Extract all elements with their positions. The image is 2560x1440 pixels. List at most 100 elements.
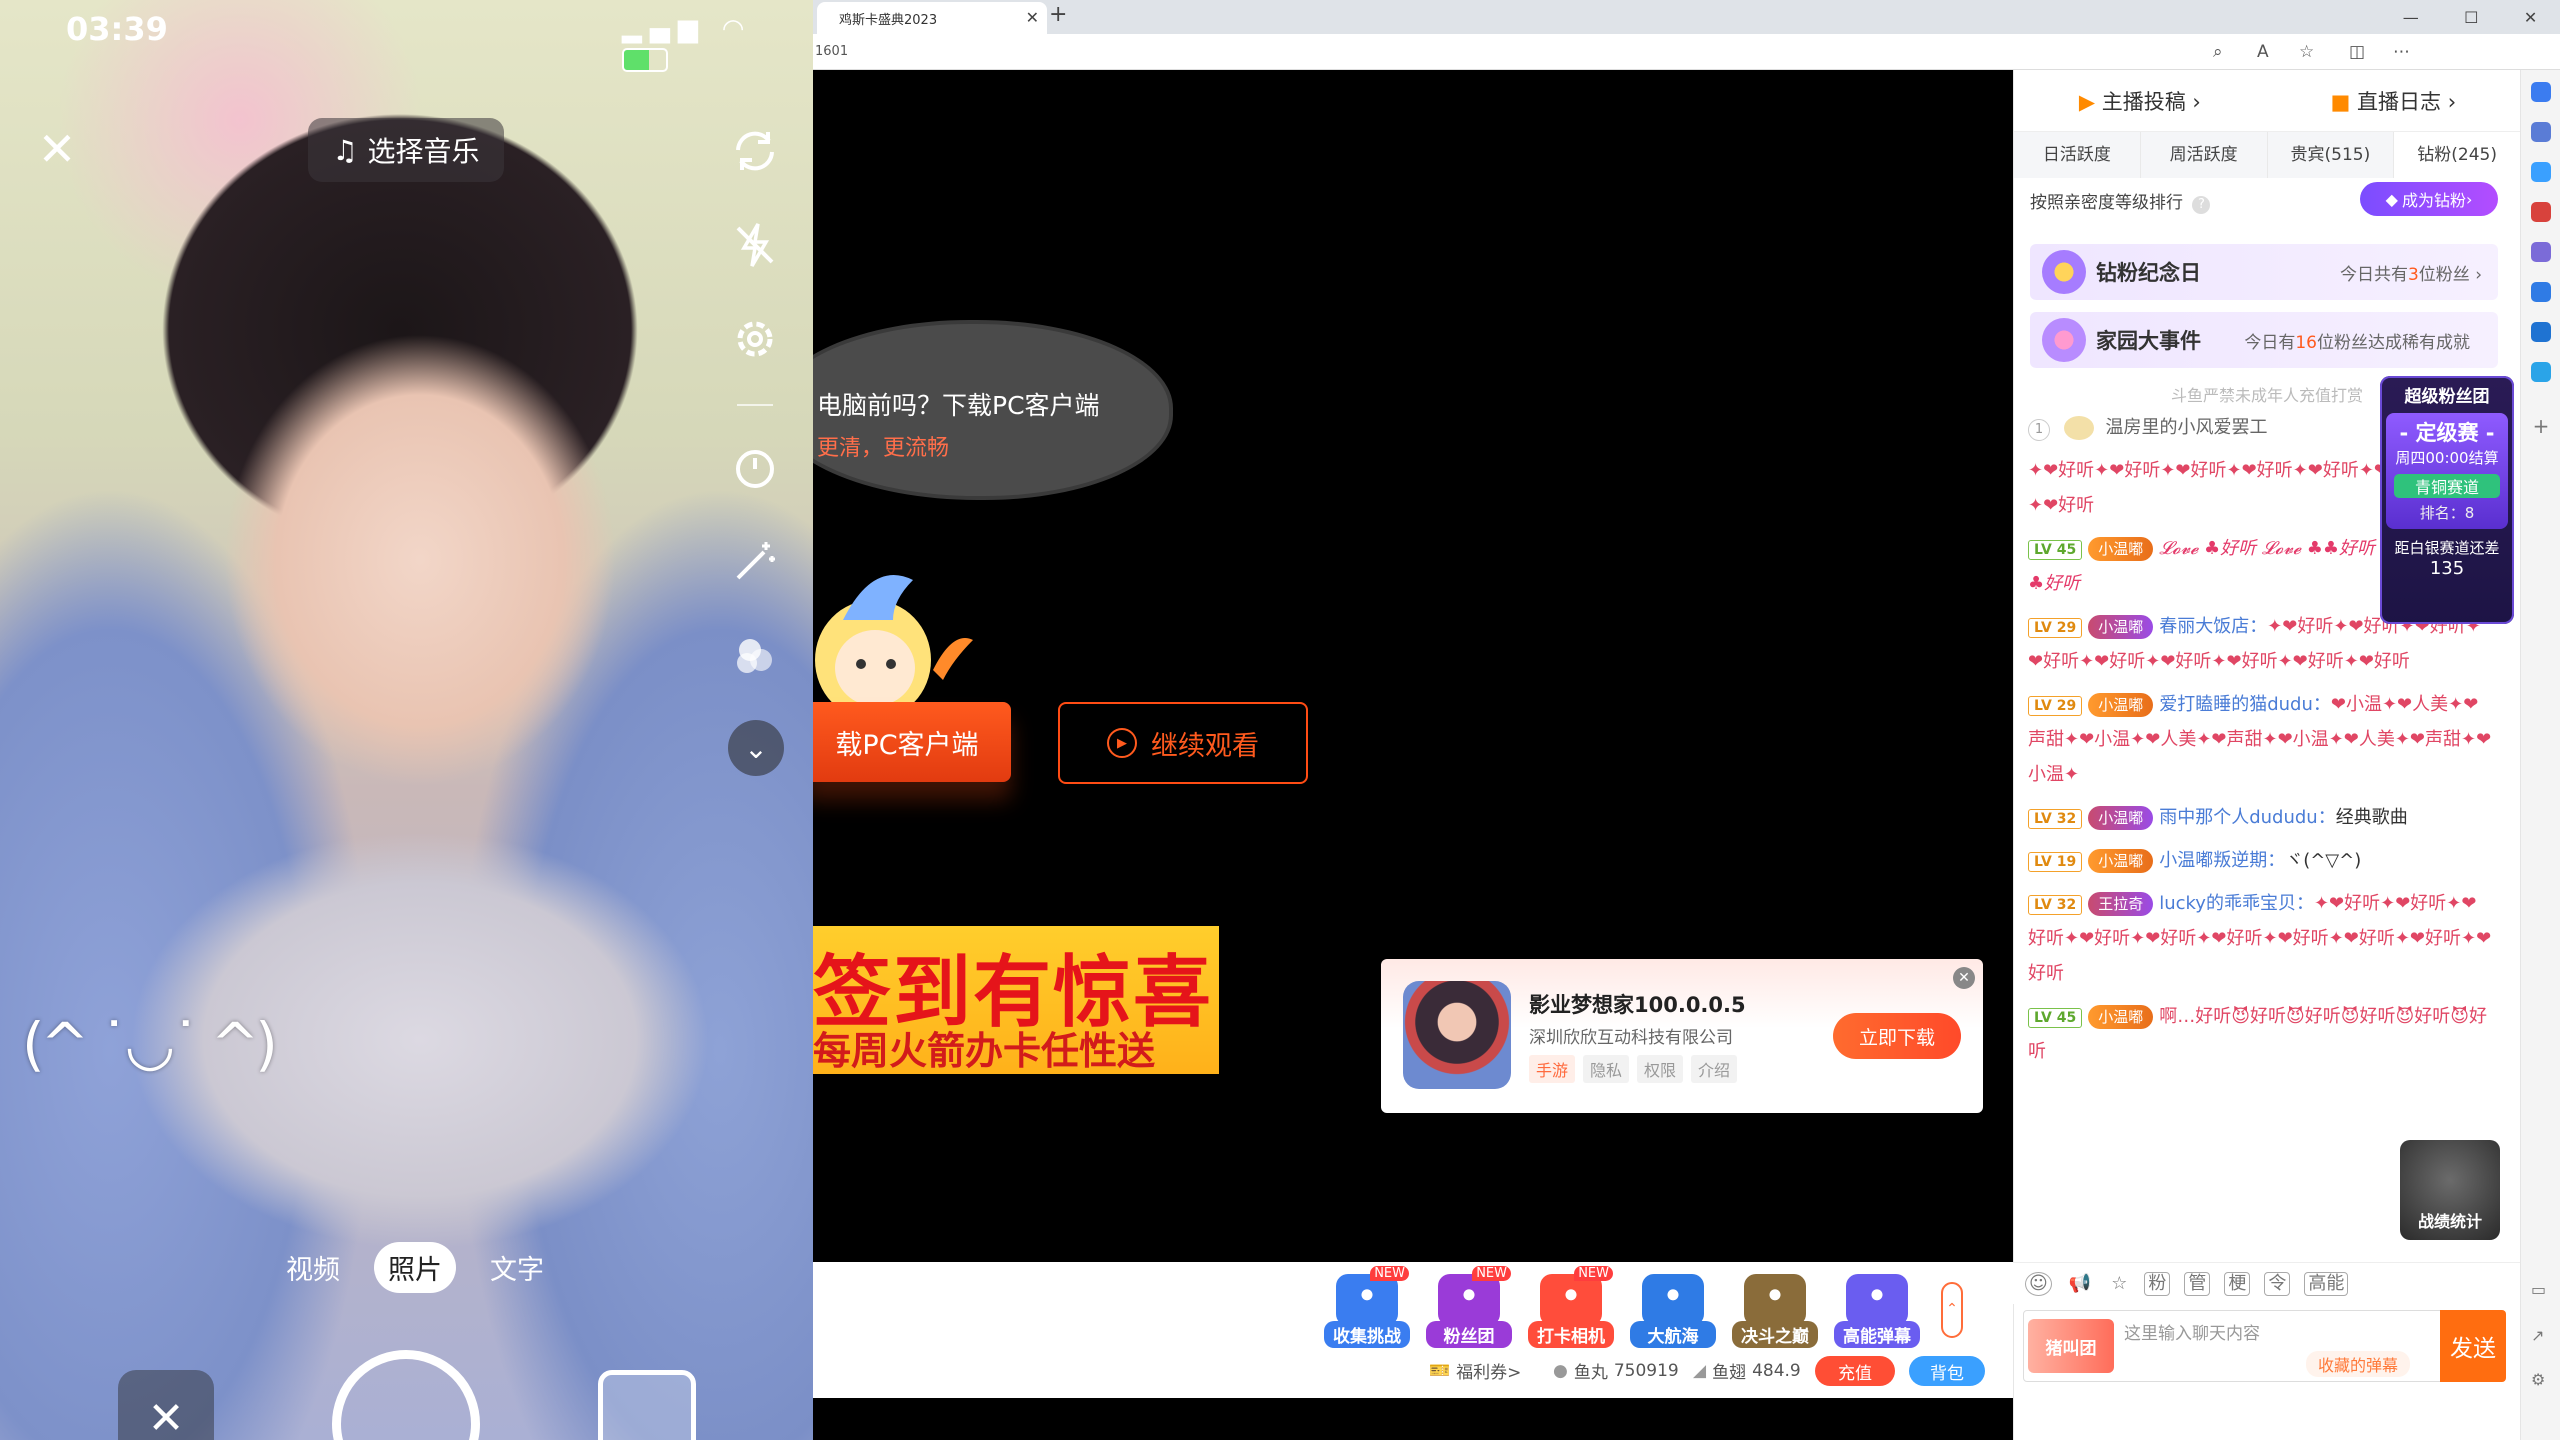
- tag-icon[interactable]: [2531, 162, 2551, 182]
- message-text: 经典歌曲: [2335, 807, 2408, 828]
- gift-item[interactable]: 粉丝团 NEW: [1425, 1266, 1513, 1350]
- tab-vip[interactable]: 贵宾(515): [2268, 132, 2395, 178]
- continue-watching-button[interactable]: ▶ 继续观看: [1058, 702, 1308, 784]
- gift-item[interactable]: 收集挑战 NEW: [1323, 1266, 1411, 1350]
- mode-video-tab[interactable]: 视频: [272, 1242, 354, 1293]
- app-ad-popup[interactable]: 影业梦想家100.0.0.5 深圳欣欣互动科技有限公司 手游 隐私 权限 介绍 …: [1381, 959, 1983, 1113]
- fan-badge[interactable]: 小温嘟: [2088, 806, 2154, 830]
- url-text: 1601: [815, 44, 849, 59]
- favorite-star-icon[interactable]: ☆: [2299, 42, 2314, 62]
- fan-badge[interactable]: 小温嘟: [2088, 1005, 2154, 1029]
- gift-item[interactable]: 大航海: [1629, 1274, 1717, 1350]
- ad-tag-permissions[interactable]: 权限: [1637, 1055, 1684, 1083]
- fan-tool[interactable]: 粉: [2144, 1271, 2171, 1296]
- fan-badge[interactable]: 小温嘟: [2088, 849, 2154, 873]
- ad-tag-intro[interactable]: 介绍: [1691, 1055, 1738, 1083]
- meme-tool[interactable]: 梗: [2224, 1271, 2251, 1296]
- high-energy-tool[interactable]: 高能: [2304, 1271, 2349, 1296]
- read-aloud-icon[interactable]: A: [2257, 42, 2269, 62]
- favorite-barrage-button[interactable]: 收藏的弹幕: [2306, 1351, 2411, 1377]
- ad-download-button[interactable]: 立即下载: [1833, 1013, 1961, 1059]
- gift-label: 打卡相机: [1528, 1321, 1614, 1348]
- send-icon[interactable]: [2531, 362, 2551, 382]
- hype-squad-button[interactable]: 猪叫团: [2028, 1319, 2114, 1373]
- browser-tab[interactable]: 鸡斯卡盛典2023 ✕: [817, 2, 1047, 34]
- maximize-button[interactable]: ☐: [2464, 8, 2478, 27]
- shutter-button[interactable]: [332, 1350, 480, 1440]
- megaphone-icon[interactable]: 📢: [2066, 1273, 2094, 1295]
- mode-photo-tab[interactable]: 照片: [374, 1242, 456, 1293]
- checkin-banner[interactable]: 签到有惊喜 每周火箭办卡任性送: [813, 926, 1219, 1074]
- emoji-icon[interactable]: ☺: [2025, 1271, 2052, 1296]
- tab-diamond-fans[interactable]: 钻粉(245): [2394, 132, 2521, 178]
- gift-item[interactable]: 高能弹幕: [1833, 1274, 1921, 1350]
- discard-button[interactable]: ✕: [118, 1370, 214, 1440]
- help-icon[interactable]: ?: [2192, 196, 2211, 214]
- fan-badge[interactable]: 王拉奇: [2088, 892, 2154, 916]
- download-pc-client-button[interactable]: 载PC客户端: [813, 702, 1011, 782]
- super-fan-club-widget[interactable]: 超级粉丝团 - 定级赛 - 周四00:00结算 青铜赛道 排名：8 距白银赛道还…: [2380, 376, 2514, 624]
- chat-input[interactable]: [2124, 1319, 2414, 1349]
- send-button[interactable]: 发送: [2440, 1310, 2506, 1382]
- live-log-link[interactable]: ■ 直播日志 ›: [2331, 86, 2457, 116]
- beauty-wand-button[interactable]: [728, 534, 782, 588]
- anniversary-count: 3: [2407, 264, 2419, 285]
- copilot-icon[interactable]: [2531, 82, 2551, 102]
- sender-nickname[interactable]: lucky的乖乖宝贝：: [2159, 893, 2314, 914]
- welfare-coupon-link[interactable]: 🎫 福利券>: [1429, 1358, 1521, 1384]
- tab-daily-activity[interactable]: 日活跃度: [2014, 132, 2141, 178]
- become-diamond-fan-button[interactable]: ◆ 成为钻粉 ›: [2360, 182, 2498, 216]
- tab-close-icon[interactable]: ✕: [1026, 8, 1039, 27]
- ad-close-button[interactable]: ✕: [1953, 967, 1975, 989]
- timer-button[interactable]: [728, 440, 782, 494]
- extensions-icon[interactable]: ⋯: [2393, 42, 2410, 62]
- fan-badge[interactable]: 小温嘟: [2088, 537, 2154, 561]
- gear-icon[interactable]: ⚙: [2531, 1370, 2551, 1390]
- settings-button[interactable]: [728, 312, 782, 366]
- mode-text-tab[interactable]: 文字: [476, 1242, 558, 1293]
- gift-item[interactable]: 打卡相机 NEW: [1527, 1266, 1615, 1350]
- close-camera-button[interactable]: ✕: [32, 122, 82, 176]
- battle-stats-button[interactable]: 战绩统计: [2400, 1140, 2500, 1240]
- outlook-icon[interactable]: [2531, 322, 2551, 342]
- admin-tool[interactable]: 管: [2184, 1271, 2211, 1296]
- tab-weekly-activity[interactable]: 周活跃度: [2141, 132, 2268, 178]
- sender-nickname[interactable]: 小温嘟叛逆期：: [2159, 850, 2285, 871]
- sender-nickname[interactable]: 雨中那个人dududu：: [2159, 807, 2336, 828]
- flip-camera-button[interactable]: [728, 124, 782, 178]
- command-tool[interactable]: 令: [2264, 1271, 2291, 1296]
- yuchi-label: 鱼翅: [1712, 1363, 1747, 1383]
- sender-nickname[interactable]: 爱打瞌睡的猫dudu：: [2159, 694, 2331, 715]
- games-icon[interactable]: [2531, 242, 2551, 262]
- zoom-icon[interactable]: ⌕: [2213, 42, 2223, 62]
- shopping-icon[interactable]: [2531, 202, 2551, 222]
- add-icon[interactable]: +: [2531, 416, 2551, 436]
- backpack-button[interactable]: 背包: [1909, 1356, 1985, 1386]
- expand-gifts-button[interactable]: ⌃: [1941, 1282, 1963, 1338]
- fan-badge[interactable]: 小温嘟: [2088, 615, 2154, 639]
- flash-toggle-button[interactable]: [728, 218, 782, 272]
- tools-icon[interactable]: [2531, 282, 2551, 302]
- search-icon[interactable]: [2531, 122, 2551, 142]
- streamer-posts-link[interactable]: ▶ 主播投稿 ›: [2079, 86, 2201, 116]
- recharge-button[interactable]: 充值: [1815, 1356, 1895, 1386]
- new-tab-button[interactable]: +: [1049, 2, 1067, 27]
- filter-button[interactable]: [728, 628, 782, 682]
- split-screen-icon[interactable]: ◫: [2349, 42, 2365, 62]
- open-icon[interactable]: ↗: [2531, 1326, 2551, 1346]
- more-options-button[interactable]: ⌄: [728, 720, 784, 776]
- gift-item[interactable]: 决斗之巅: [1731, 1274, 1819, 1350]
- badge-icon[interactable]: ☆: [2108, 1273, 2130, 1295]
- minimize-button[interactable]: —: [2403, 8, 2419, 27]
- sender-nickname[interactable]: 春丽大饭店：: [2159, 616, 2267, 637]
- select-music-button[interactable]: ♫ 选择音乐: [308, 118, 504, 182]
- home-event-card[interactable]: 家园大事件 今日有16位粉丝达成稀有成就: [2030, 312, 2498, 368]
- close-window-button[interactable]: ✕: [2524, 8, 2537, 27]
- screenshot-icon[interactable]: ▭: [2531, 1280, 2551, 1300]
- address-bar[interactable]: 1601 ⌕ A ☆ ◫ ⋯: [813, 34, 2560, 70]
- gallery-button[interactable]: [598, 1370, 696, 1440]
- ad-tag-privacy[interactable]: 隐私: [1583, 1055, 1630, 1083]
- yuchi-icon: ◢: [1693, 1360, 1707, 1381]
- fan-badge[interactable]: 小温嘟: [2088, 693, 2154, 717]
- diamond-anniversary-card[interactable]: 钻粉纪念日 今日共有3位粉丝 ›: [2030, 244, 2498, 300]
